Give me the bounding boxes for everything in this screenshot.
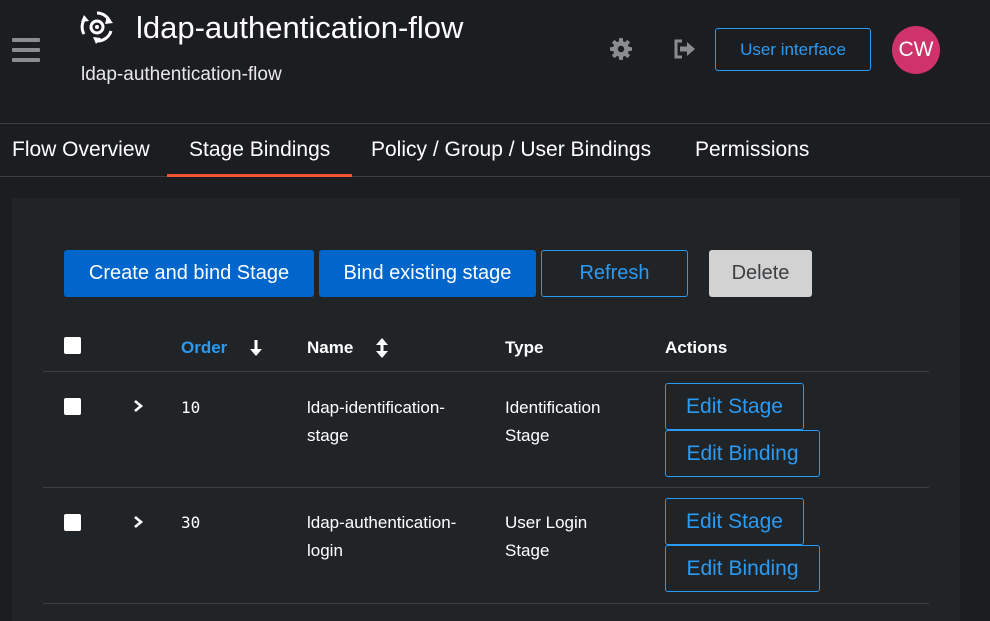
row-type-line: Identification (505, 398, 601, 417)
row-type: Identification Stage (505, 394, 600, 450)
page-subtitle: ldap-authentication-flow (81, 64, 282, 85)
sort-descending-icon[interactable] (249, 337, 263, 359)
sort-icon[interactable] (375, 337, 389, 359)
tab-bar: Flow Overview Stage Bindings Policy / Gr… (0, 125, 990, 177)
refresh-button[interactable]: Refresh (541, 250, 688, 297)
row-name-line: stage (307, 426, 349, 445)
page-header: ldap-authentication-flow ldap-authentica… (0, 0, 990, 124)
page-title: ldap-authentication-flow (136, 10, 464, 45)
column-header-name[interactable]: Name (307, 338, 353, 358)
row-type-line: Stage (505, 426, 550, 445)
row-name[interactable]: ldap-authentication- login (307, 509, 456, 565)
hamburger-icon[interactable] (12, 38, 40, 62)
column-header-order[interactable]: Order (181, 338, 227, 358)
flow-icon (80, 11, 113, 44)
create-and-bind-stage-button[interactable]: Create and bind Stage (64, 250, 314, 297)
tab-permissions[interactable]: Permissions (695, 125, 809, 177)
chevron-right-icon[interactable] (131, 515, 145, 529)
row-name-line: ldap-identification- (307, 398, 445, 417)
row-name-line: ldap-authentication- (307, 513, 457, 532)
bind-existing-stage-button[interactable]: Bind existing stage (319, 250, 536, 297)
row-divider (43, 371, 929, 372)
delete-button[interactable]: Delete (709, 250, 812, 297)
gear-icon[interactable] (609, 37, 633, 61)
column-header-type: Type (505, 338, 544, 357)
edit-binding-button[interactable]: Edit Binding (665, 545, 820, 592)
row-order: 10 (181, 398, 201, 417)
logout-icon[interactable] (672, 37, 696, 61)
tab-policy-group-user-bindings[interactable]: Policy / Group / User Bindings (371, 125, 651, 177)
row-divider (43, 603, 929, 604)
avatar[interactable]: CW (892, 26, 940, 74)
row-name[interactable]: ldap-identification- stage (307, 394, 445, 450)
tab-stage-bindings[interactable]: Stage Bindings (167, 125, 353, 177)
edit-binding-button[interactable]: Edit Binding (665, 430, 820, 477)
row-type-line: Stage (505, 541, 550, 560)
stage-bindings-card: Create and bind Stage Bind existing stag… (12, 198, 960, 621)
row-checkbox[interactable] (64, 514, 81, 531)
edit-stage-button[interactable]: Edit Stage (665, 498, 804, 545)
tab-flow-overview[interactable]: Flow Overview (12, 125, 150, 177)
user-interface-button[interactable]: User interface (715, 28, 871, 71)
edit-stage-button[interactable]: Edit Stage (665, 383, 804, 430)
row-divider (43, 487, 929, 488)
column-header-actions: Actions (665, 338, 728, 357)
row-name-line: login (307, 541, 343, 560)
row-type-line: User Login (505, 513, 588, 532)
select-all-checkbox[interactable] (64, 337, 81, 354)
chevron-right-icon[interactable] (131, 399, 145, 413)
row-type: User Login Stage (505, 509, 587, 565)
row-checkbox[interactable] (64, 398, 81, 415)
row-order: 30 (181, 513, 201, 532)
